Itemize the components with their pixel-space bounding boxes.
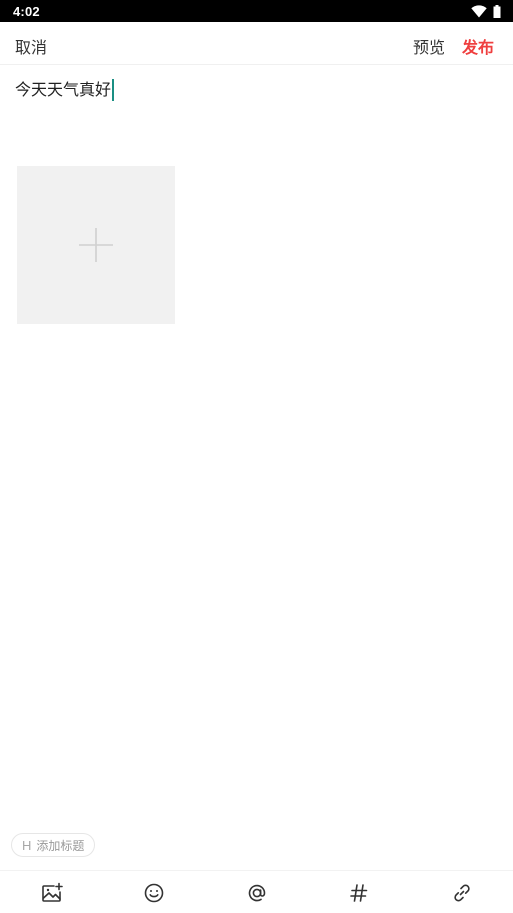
bottom-toolbar [0,870,513,913]
preview-button[interactable]: 预览 [413,34,445,58]
status-bar: 4:02 [0,0,513,22]
add-image-button[interactable] [17,166,175,324]
post-text: 今天天气真好 [15,80,112,99]
add-title-label: 添加标题 [36,838,85,853]
emoji-icon[interactable] [142,881,166,905]
publish-button[interactable]: 发布 [462,34,494,58]
link-icon[interactable] [450,881,474,905]
add-title-button[interactable]: H 添加标题 [11,833,96,857]
hashtag-icon[interactable] [347,881,371,905]
wifi-icon [471,4,487,17]
mention-icon[interactable] [245,881,269,905]
status-icons [471,4,501,18]
status-time: 4:02 [13,3,40,19]
battery-icon [493,4,501,18]
top-bar: 取消 预览 发布 [0,22,513,65]
post-text-editor[interactable]: 今天天气真好 [15,78,115,102]
image-add-icon[interactable] [40,881,64,905]
heading-icon: H [22,837,32,853]
plus-icon [79,228,113,262]
cancel-button[interactable]: 取消 [15,34,47,58]
text-caret [112,79,115,101]
